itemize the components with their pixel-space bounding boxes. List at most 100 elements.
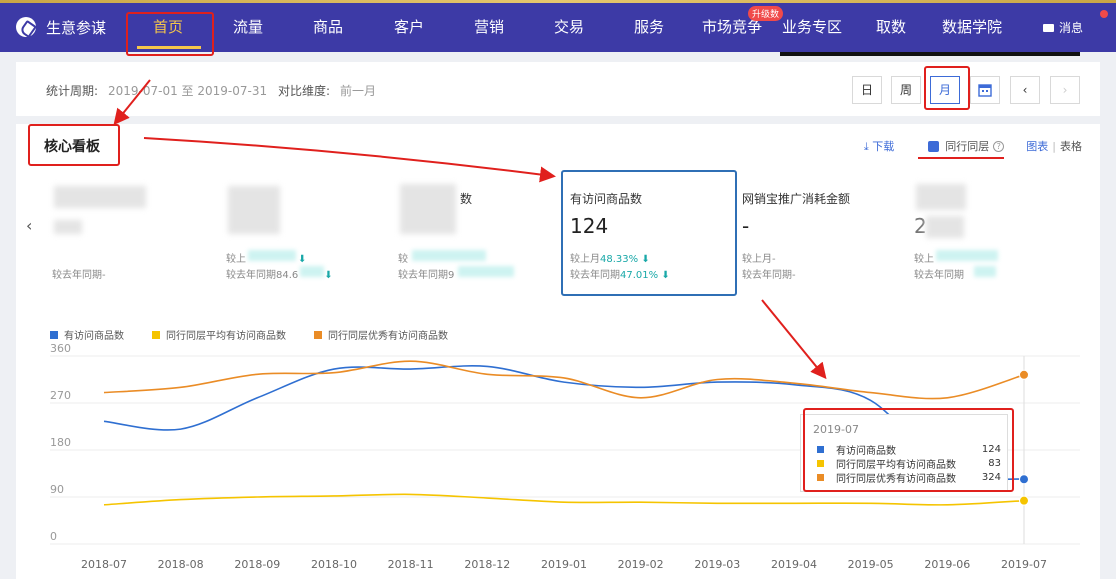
kpi-mom: 较上	[914, 250, 998, 265]
kpi-item[interactable]: 较上 ⬇ 较去年同期84.6 ⬇	[226, 184, 386, 294]
brand[interactable]: 生意参谋	[16, 14, 106, 40]
view-table-tab[interactable]: 表格	[1060, 138, 1082, 154]
legend-item[interactable]: 同行同层优秀有访问商品数	[314, 327, 448, 342]
legend-swatch	[314, 330, 322, 339]
kpi-item-ad-spend[interactable]: 网销宝推广消耗金额 - 较上月- 较去年同期-	[742, 184, 902, 294]
view-divider: |	[1052, 139, 1056, 153]
blurred-region	[458, 266, 514, 277]
kpi-mom: 较上月-	[742, 254, 776, 265]
nav-item-traffic[interactable]: 流量	[233, 16, 263, 38]
x-tick-label: 2019-06	[924, 558, 970, 571]
kpi-yoy-text: 较去年同期9	[398, 270, 455, 281]
series-point	[1019, 369, 1029, 380]
notification-dot	[1100, 10, 1108, 18]
nav-item-business-zone[interactable]: 业务专区	[782, 16, 842, 38]
message-button[interactable]: 消息	[1043, 19, 1083, 36]
nav-item-goods[interactable]: 商品	[313, 16, 343, 38]
blurred-region	[400, 184, 456, 234]
nav-item-marketing[interactable]: 营销	[474, 16, 504, 38]
compare-label: 对比维度:	[278, 84, 331, 98]
kpi-mom: 较	[398, 250, 486, 265]
blurred-region	[412, 250, 486, 261]
kpi-mom: 较上 ⬇	[226, 250, 306, 265]
kpi-item[interactable]: 数 较 较去年同期9	[398, 184, 558, 294]
kpi-value: -	[742, 214, 750, 238]
core-board-card: 核心看板 ⤓ 下载 同行同层 ? 图表 | 表格 ‹ 较去年同期- 较上 ⬇ 较去…	[16, 124, 1100, 579]
blurred-region	[916, 184, 966, 210]
kpi-yoy: 较去年同期9	[398, 266, 514, 281]
peer-checkbox[interactable]	[928, 140, 940, 152]
kpi-item[interactable]: 2 较上 较去年同期	[914, 184, 1074, 294]
series-line	[103, 360, 1025, 400]
x-tick-label: 2018-11	[388, 558, 434, 571]
blurred-region	[936, 250, 998, 261]
kpi-item[interactable]: 较去年同期-	[52, 184, 212, 294]
legend-label: 有访问商品数	[64, 331, 124, 342]
legend-item[interactable]: 有访问商品数	[50, 327, 124, 342]
x-tick-label: 2019-04	[771, 558, 817, 571]
chevron-right-icon: ›	[1062, 83, 1068, 97]
kpi-prev-arrow[interactable]: ‹	[26, 216, 32, 235]
x-tick-label: 2018-09	[234, 558, 280, 571]
kpi-mom-text: 较上	[914, 254, 934, 265]
nav-item-customer[interactable]: 客户	[394, 16, 424, 38]
kpi-mom-text: 较上	[226, 254, 246, 265]
help-icon[interactable]: ?	[993, 140, 1005, 152]
kpi-name: 网销宝推广消耗金额	[742, 192, 851, 206]
kpi-name: 数	[460, 192, 473, 206]
nav-dropdown-edge	[780, 52, 1080, 56]
compare-value: 前一月	[340, 84, 377, 98]
series-point	[1019, 495, 1029, 506]
annotation-box-kpi	[561, 170, 737, 296]
x-tick-label: 2019-01	[541, 558, 587, 571]
period-day-button[interactable]: 日	[852, 76, 882, 104]
upgrade-badge: 升级数	[748, 6, 784, 21]
blurred-region	[228, 186, 280, 234]
x-tick-label: 2018-08	[158, 558, 204, 571]
board-toolbar: ⤓ 下载 同行同层 ? 图表 | 表格	[864, 138, 1082, 154]
download-label: 下载	[872, 140, 895, 153]
x-tick-label: 2018-12	[464, 558, 510, 571]
annotation-box-tooltip	[803, 408, 1014, 492]
kpi-yoy: 较去年同期-	[742, 270, 796, 281]
x-tick-label: 2018-07	[81, 558, 127, 571]
chevron-left-icon: ‹	[26, 216, 33, 235]
view-chart-tab[interactable]: 图表	[1026, 138, 1048, 154]
chart-legend: 有访问商品数 同行同层平均有访问商品数 同行同层优秀有访问商品数	[50, 327, 476, 342]
arrow-down-icon: ⬇	[324, 270, 333, 281]
brand-name: 生意参谋	[46, 18, 107, 37]
prev-period-button[interactable]: ‹	[1010, 76, 1040, 104]
nav-item-trade[interactable]: 交易	[554, 16, 584, 38]
x-tick-label: 2019-02	[618, 558, 664, 571]
legend-item[interactable]: 同行同层平均有访问商品数	[152, 327, 286, 342]
annotation-box-month	[924, 66, 970, 110]
blurred-region	[300, 266, 324, 277]
next-period-button[interactable]: ›	[1050, 76, 1080, 104]
download-button[interactable]: ⤓ 下载	[864, 138, 894, 154]
annotation-box-home	[126, 12, 214, 56]
calendar-icon	[978, 84, 992, 97]
nav-item-service[interactable]: 服务	[634, 16, 664, 38]
kpi-yoy-text: 较去年同期	[914, 270, 964, 281]
blurred-region	[974, 266, 996, 277]
legend-label: 同行同层平均有访问商品数	[166, 331, 286, 342]
calendar-button[interactable]	[970, 76, 1000, 104]
y-tick-label: 180	[50, 436, 71, 449]
y-tick-label: 90	[50, 483, 64, 496]
chevron-left-icon: ‹	[1022, 83, 1028, 97]
legend-label: 同行同层优秀有访问商品数	[328, 331, 448, 342]
x-tick-label: 2019-07	[1001, 558, 1047, 571]
legend-swatch	[50, 330, 58, 339]
envelope-icon	[1043, 23, 1054, 32]
message-label: 消息	[1059, 21, 1084, 35]
nav-item-academy[interactable]: 数据学院	[942, 16, 1002, 38]
period-week-button[interactable]: 周	[891, 76, 921, 104]
series-line	[103, 493, 1025, 506]
annotation-box-board	[28, 124, 120, 166]
x-tick-label: 2018-10	[311, 558, 357, 571]
y-tick-label: 360	[50, 344, 71, 355]
peer-label: 同行同层	[945, 140, 990, 153]
brand-logo-icon	[16, 17, 36, 37]
kpi-yoy: 较去年同期	[914, 266, 996, 281]
nav-item-data-fetch[interactable]: 取数	[876, 16, 906, 38]
